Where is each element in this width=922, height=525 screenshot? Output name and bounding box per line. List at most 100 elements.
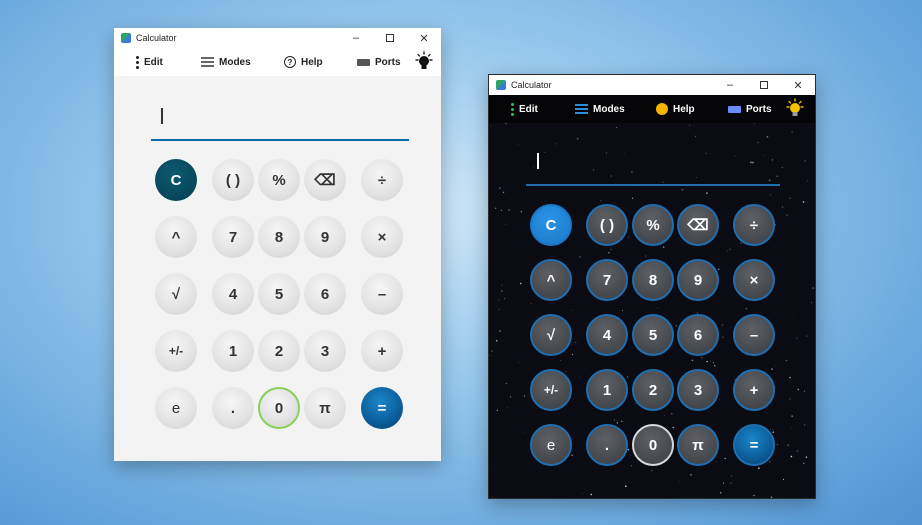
euler-key[interactable]: e (155, 387, 197, 429)
maximize-button[interactable] (373, 28, 407, 48)
digit-1-key[interactable]: 1 (212, 330, 254, 372)
decimal-key[interactable]: . (212, 387, 254, 429)
subtract-key[interactable]: – (733, 314, 775, 356)
divide-key[interactable]: ÷ (361, 159, 403, 201)
star (721, 324, 723, 326)
pi-key[interactable]: π (677, 424, 719, 466)
digit-8-key[interactable]: 8 (632, 259, 674, 301)
digit-2-key[interactable]: 2 (258, 330, 300, 372)
star (792, 314, 793, 316)
power-key[interactable]: ^ (155, 216, 197, 258)
digit-8-key[interactable]: 8 (258, 216, 300, 258)
display-cursor[interactable] (161, 108, 163, 124)
star (575, 342, 577, 344)
star (508, 209, 510, 211)
parentheses-key[interactable]: ( ) (586, 204, 628, 246)
help-menu[interactable]: Help (656, 101, 695, 117)
power-key[interactable]: ^ (530, 259, 572, 301)
close-button[interactable]: ✕ (407, 28, 441, 48)
divide-key[interactable]: ÷ (733, 204, 775, 246)
digit-7-key[interactable]: 7 (212, 216, 254, 258)
lightbulb-icon[interactable] (785, 98, 805, 120)
clear-key[interactable]: C (530, 204, 572, 246)
display-cursor[interactable] (537, 153, 539, 169)
star (804, 424, 806, 426)
digit-6-key[interactable]: 6 (677, 314, 719, 356)
digit-0-key[interactable]: 0 (258, 387, 300, 429)
decimal-key[interactable]: . (586, 424, 628, 466)
negate-key[interactable]: +/- (530, 369, 572, 411)
multiply-key[interactable]: × (361, 216, 403, 258)
star (790, 455, 793, 458)
add-key[interactable]: + (361, 330, 403, 372)
edit-menu[interactable]: Edit (136, 54, 163, 70)
star (804, 160, 806, 162)
ports-menu[interactable]: Ports (728, 101, 772, 117)
edit-menu[interactable]: Edit (511, 101, 538, 117)
equals-key[interactable]: = (733, 424, 775, 466)
star (505, 123, 507, 125)
percent-key[interactable]: % (632, 204, 674, 246)
digit-5-key[interactable]: 5 (632, 314, 674, 356)
star (614, 202, 615, 204)
star (571, 309, 573, 311)
star (657, 307, 659, 309)
subtract-key[interactable]: – (361, 273, 403, 315)
star (771, 368, 773, 370)
modes-menu[interactable]: Modes (201, 54, 251, 70)
star (766, 136, 769, 138)
euler-key[interactable]: e (530, 424, 572, 466)
help-menu[interactable]: ? Help (284, 54, 323, 70)
lightbulb-help-icon (656, 103, 668, 115)
negate-key[interactable]: +/- (155, 330, 197, 372)
star (712, 361, 715, 364)
digit-3-key[interactable]: 3 (677, 369, 719, 411)
star (752, 161, 754, 164)
star (500, 174, 502, 175)
sqrt-key[interactable]: √ (155, 273, 197, 315)
star (644, 255, 647, 257)
parentheses-key[interactable]: ( ) (212, 159, 254, 201)
digit-1-key[interactable]: 1 (586, 369, 628, 411)
digit-4-key[interactable]: 4 (586, 314, 628, 356)
multiply-key[interactable]: × (733, 259, 775, 301)
star (730, 482, 732, 484)
window-title: Calculator (136, 33, 177, 43)
star (504, 298, 506, 300)
menu-bar: Edit Modes Help Ports (489, 95, 815, 123)
star (625, 485, 627, 487)
percent-key[interactable]: % (258, 159, 300, 201)
digit-0-key[interactable]: 0 (632, 424, 674, 466)
maximize-button[interactable] (747, 75, 781, 95)
star (593, 169, 595, 171)
minimize-button[interactable]: – (339, 28, 373, 48)
star (706, 192, 708, 194)
digit-9-key[interactable]: 9 (677, 259, 719, 301)
digit-3-key[interactable]: 3 (304, 330, 346, 372)
add-key[interactable]: + (733, 369, 775, 411)
star (492, 497, 494, 498)
digit-4-key[interactable]: 4 (212, 273, 254, 315)
ports-menu[interactable]: Ports (357, 54, 401, 70)
minimize-button[interactable]: – (713, 75, 747, 95)
clear-key[interactable]: C (155, 159, 197, 201)
digit-9-key[interactable]: 9 (304, 216, 346, 258)
star (802, 201, 805, 203)
backspace-key[interactable]: ⌫ (304, 159, 346, 201)
close-button[interactable]: ✕ (781, 75, 815, 95)
lightbulb-icon[interactable] (414, 51, 434, 73)
equals-key[interactable]: = (361, 387, 403, 429)
sqrt-key[interactable]: √ (530, 314, 572, 356)
digit-7-key[interactable]: 7 (586, 259, 628, 301)
digit-5-key[interactable]: 5 (258, 273, 300, 315)
vertical-dots-icon (511, 102, 514, 116)
star (718, 398, 721, 401)
digit-6-key[interactable]: 6 (304, 273, 346, 315)
backspace-key[interactable]: ⌫ (677, 204, 719, 246)
calculator-window-light: Calculator – ✕ Edit Modes ? Help Ports C… (114, 28, 441, 461)
star (797, 388, 800, 391)
maximize-icon (760, 81, 768, 89)
digit-2-key[interactable]: 2 (632, 369, 674, 411)
pi-key[interactable]: π (304, 387, 346, 429)
modes-menu[interactable]: Modes (575, 101, 625, 117)
